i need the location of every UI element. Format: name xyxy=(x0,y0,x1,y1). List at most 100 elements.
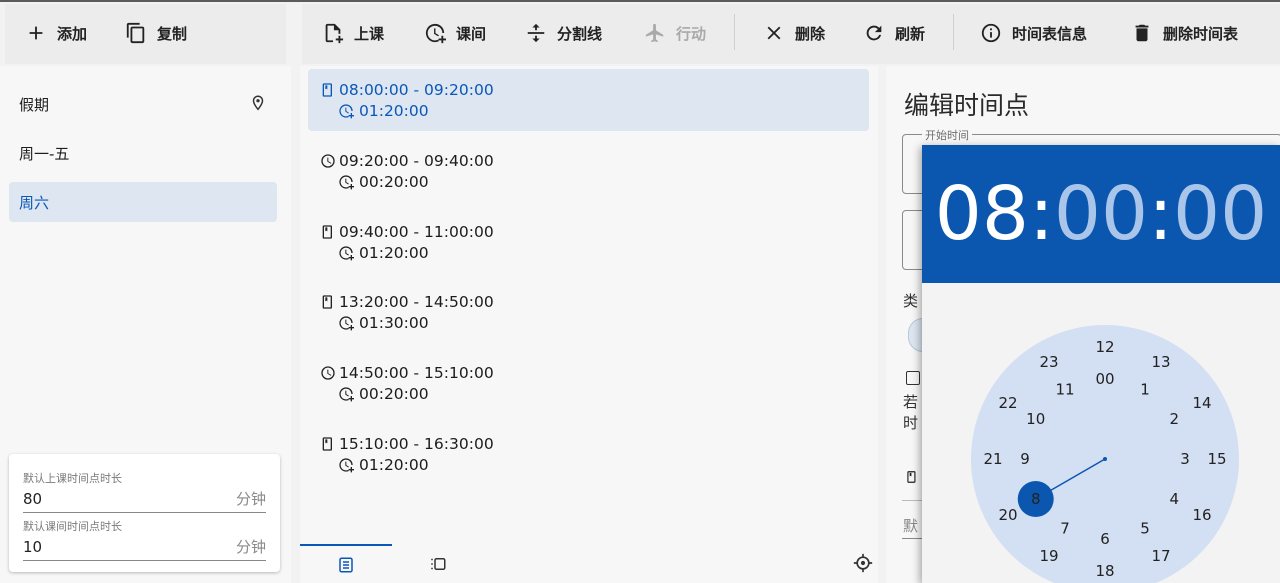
hour-display[interactable]: 08 xyxy=(935,171,1029,257)
clock-number-5[interactable]: 5 xyxy=(1140,519,1150,537)
default-class-duration-value[interactable]: 80 xyxy=(23,490,42,508)
info-icon xyxy=(981,23,1001,43)
duration-clock-icon xyxy=(339,387,354,402)
clock-number-21[interactable]: 21 xyxy=(983,450,1002,468)
plus-icon xyxy=(29,26,43,40)
locate-current-icon[interactable] xyxy=(853,553,873,573)
duration-clock-icon xyxy=(339,316,354,331)
clock-number-8[interactable]: 8 xyxy=(1031,490,1041,508)
clock-number-11[interactable]: 11 xyxy=(1055,381,1074,399)
period-range: 14:50:00 - 15:10:00 xyxy=(339,364,494,382)
time-picker-dialog: 08:00:00 00 1 2 3 4 5 6 7 8 9 10 11 12 13 14 15 16 17 18 19… xyxy=(922,145,1280,583)
period-range: 09:40:00 - 11:00:00 xyxy=(339,223,494,241)
period-duration: 00:20:00 xyxy=(359,173,429,191)
clock-number-19[interactable]: 19 xyxy=(1039,547,1058,565)
period-range: 08:00:00 - 09:20:00 xyxy=(339,81,494,99)
clock-number-14[interactable]: 14 xyxy=(1192,394,1211,412)
add-button-label: 添加 xyxy=(57,24,88,43)
default-class-duration-field[interactable]: 默认上课时间点时长 80 分钟 xyxy=(23,470,266,513)
minute-display[interactable]: 00 xyxy=(1054,171,1148,257)
default-break-duration-value[interactable]: 10 xyxy=(23,538,42,556)
view-tabs xyxy=(300,544,878,583)
clock-dial[interactable]: 001234567891011121314151617181920212223 xyxy=(922,283,1280,583)
delete-label: 删除 xyxy=(795,24,826,43)
period-range: 15:10:00 - 16:30:00 xyxy=(339,435,494,453)
clock-center-dot xyxy=(1103,457,1107,461)
period-item[interactable]: 09:40:00 - 11:00:00 01:20:00 xyxy=(308,211,869,273)
clock-number-18[interactable]: 18 xyxy=(1095,562,1114,580)
timetable-info-button[interactable]: 时间表信息 xyxy=(980,14,1087,52)
refresh-icon xyxy=(866,25,882,41)
action-button[interactable]: 行动 xyxy=(644,14,706,52)
tab-timeline-view[interactable] xyxy=(392,544,484,583)
period-item[interactable]: 14:50:00 - 15:10:00 00:20:00 xyxy=(308,352,869,414)
add-break-button[interactable]: 课间 xyxy=(424,14,486,52)
timetable-info-label: 时间表信息 xyxy=(1012,24,1088,43)
delete-button[interactable]: 删除 xyxy=(763,14,825,52)
clock-number-23[interactable]: 23 xyxy=(1039,353,1058,371)
clock-number-16[interactable]: 16 xyxy=(1192,506,1211,524)
duration-clock-icon xyxy=(339,175,354,190)
tab-list-view[interactable] xyxy=(300,544,392,583)
delete-timetable-label: 删除时间表 xyxy=(1163,24,1239,43)
clock-number-15[interactable]: 15 xyxy=(1207,450,1226,468)
default-label-partial: 默 xyxy=(903,517,919,535)
clock-number-10[interactable]: 10 xyxy=(1026,410,1045,428)
clock-number-7[interactable]: 7 xyxy=(1060,519,1070,537)
clock-number-3[interactable]: 3 xyxy=(1180,450,1190,468)
schedule-item-saturday[interactable]: 周六 xyxy=(9,182,277,222)
add-class-button[interactable]: 上课 xyxy=(322,14,384,52)
break-period-icon xyxy=(321,366,335,380)
default-durations-card: 默认上课时间点时长 80 分钟 默认课间时间点时长 10 分钟 xyxy=(9,454,280,572)
add-break-label: 课间 xyxy=(456,24,487,43)
schedule-list-pane: 假期 周一-五 周六 默认上课时间点时长 80 分钟 默认课间时间点时长 10 … xyxy=(0,66,291,583)
second-display[interactable]: 00 xyxy=(1173,171,1267,257)
toolbar-divider xyxy=(734,14,735,50)
period-duration: 01:20:00 xyxy=(359,244,429,262)
toolbar-divider xyxy=(953,14,954,50)
add-divider-button[interactable]: 分割线 xyxy=(525,14,602,52)
copy-button[interactable]: 复制 xyxy=(125,14,187,52)
time-separator: : xyxy=(1028,171,1054,257)
close-icon xyxy=(767,26,781,40)
refresh-button[interactable]: 刷新 xyxy=(863,14,925,52)
period-duration: 01:30:00 xyxy=(359,314,429,332)
clock-number-12[interactable]: 12 xyxy=(1095,338,1114,356)
period-item[interactable]: 13:20:00 - 14:50:00 01:30:00 xyxy=(308,281,869,343)
add-button[interactable]: 添加 xyxy=(25,14,87,52)
clock-number-13[interactable]: 13 xyxy=(1151,353,1170,371)
editor-title: 编辑时间点 xyxy=(904,91,1030,120)
default-break-duration-field[interactable]: 默认课间时间点时长 10 分钟 xyxy=(23,518,266,561)
duration-clock-icon xyxy=(339,458,354,473)
clock-number-9[interactable]: 9 xyxy=(1020,450,1030,468)
period-range: 09:20:00 - 09:40:00 xyxy=(339,152,494,170)
main-toolbar: 上课 课间 分割线 行动 删除 刷新 时间表信息 删除时间表 xyxy=(302,4,1280,64)
clock-number-4[interactable]: 4 xyxy=(1170,490,1180,508)
schedule-item-label: 周六 xyxy=(19,193,50,212)
delete-timetable-button[interactable]: 删除时间表 xyxy=(1131,14,1238,52)
clock-number-17[interactable]: 17 xyxy=(1151,547,1170,565)
period-item[interactable]: 15:10:00 - 16:30:00 01:20:00 xyxy=(308,423,869,485)
airplane-icon xyxy=(645,23,664,43)
time-separator: : xyxy=(1148,171,1174,257)
class-period-icon xyxy=(322,295,332,309)
clock-number-1[interactable]: 1 xyxy=(1140,381,1150,399)
location-pin-icon[interactable] xyxy=(249,94,267,112)
period-duration: 01:20:00 xyxy=(359,456,429,474)
period-item[interactable]: 09:20:00 - 09:40:00 00:20:00 xyxy=(308,140,869,202)
class-period-icon xyxy=(907,471,916,483)
clock-number-2[interactable]: 2 xyxy=(1170,410,1180,428)
clock-number-6[interactable]: 6 xyxy=(1100,530,1110,548)
clock-number-00[interactable]: 00 xyxy=(1095,370,1114,388)
option-checkbox[interactable] xyxy=(906,371,920,385)
clock-number-22[interactable]: 22 xyxy=(998,394,1017,412)
period-item[interactable]: 08:00:00 - 09:20:00 01:20:00 xyxy=(308,69,869,131)
hint-text-partial: 若 xyxy=(903,393,919,411)
class-period-icon xyxy=(322,225,332,239)
clock-number-20[interactable]: 20 xyxy=(998,506,1017,524)
schedule-item-holiday[interactable]: 假期 xyxy=(9,84,277,124)
start-time-label: 开始时间 xyxy=(922,127,972,143)
default-class-duration-label: 默认上课时间点时长 xyxy=(23,472,122,485)
break-period-icon xyxy=(321,154,335,168)
schedule-item-weekdays[interactable]: 周一-五 xyxy=(9,133,277,173)
